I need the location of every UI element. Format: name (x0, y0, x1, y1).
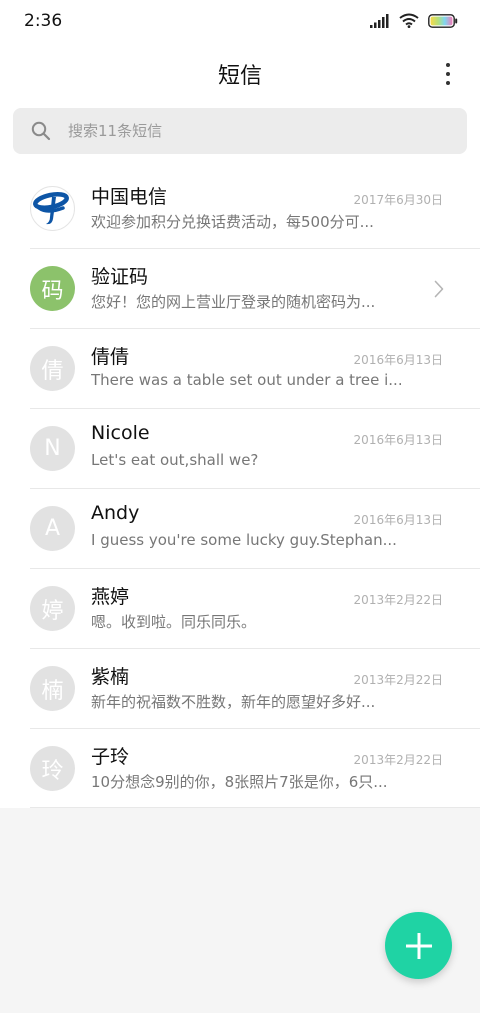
conversation-row[interactable]: N Nicole Let's eat out,shall we? 2016年6月… (0, 408, 480, 488)
message-date: 2016年6月13日 (353, 433, 443, 447)
message-date: 2016年6月13日 (353, 353, 443, 367)
avatar: 楠 (30, 666, 75, 711)
contact-name: 燕婷 (91, 586, 130, 608)
contact-name: 验证码 (91, 266, 149, 288)
message-date: 2016年6月13日 (353, 513, 443, 527)
contact-name: Nicole (91, 422, 150, 444)
contact-name: 紫楠 (91, 666, 130, 688)
battery-icon (428, 13, 458, 28)
conversation-row[interactable]: 婷 燕婷 嗯。收到啦。同乐同乐。 2013年2月22日 (0, 568, 480, 648)
more-dot (446, 81, 450, 85)
message-preview: 10分想念9别的你，8张照片7张是你，6只... (91, 773, 388, 791)
top-area: 2:36 短信 搜索11条短信 (0, 0, 480, 168)
more-dot (446, 63, 450, 67)
message-preview: 欢迎参加积分兑换话费活动，每500分可... (91, 213, 374, 231)
message-preview: There was a table set out under a tree i… (91, 371, 401, 389)
avatar: 玲 (30, 746, 75, 791)
conversation-row[interactable]: 玲 子玲 10分想念9别的你，8张照片7张是你，6只... 2013年2月22日 (0, 728, 480, 808)
signal-icon (370, 13, 389, 28)
china-telecom-logo-icon (32, 191, 69, 224)
plus-icon (405, 932, 432, 959)
search-icon (31, 121, 51, 141)
message-preview: I guess you're some lucky guy.Stephan... (91, 531, 397, 549)
message-preview: Let's eat out,shall we? (91, 451, 259, 469)
contact-name: 倩倩 (91, 346, 130, 368)
avatar: 婷 (30, 586, 75, 631)
message-date: 2013年2月22日 (353, 753, 443, 767)
contact-name: 子玲 (91, 746, 130, 768)
conversation-row[interactable]: 倩 倩倩 There was a table set out under a t… (0, 328, 480, 408)
more-options-button[interactable] (442, 60, 454, 88)
new-message-button[interactable] (385, 912, 452, 979)
message-date: 2013年2月22日 (353, 673, 443, 687)
search-bar[interactable] (13, 108, 467, 154)
conversation-row[interactable]: 码 验证码 您好！您的网上营业厅登录的随机密码为... (0, 248, 480, 328)
status-icons (370, 13, 458, 28)
message-preview: 嗯。收到啦。同乐同乐。 (91, 613, 257, 631)
message-preview: 新年的祝福数不胜数，新年的愿望好多好... (91, 693, 376, 711)
avatar: 倩 (30, 346, 75, 391)
chevron-right-icon (434, 280, 444, 298)
page-title: 短信 (217, 64, 262, 89)
china-telecom-logo (30, 186, 75, 231)
contact-name: 中国电信 (91, 186, 168, 208)
status-time: 2:36 (24, 11, 63, 31)
wifi-icon (399, 13, 419, 28)
search-input[interactable] (68, 108, 458, 154)
more-dot (446, 72, 450, 76)
conversation-row[interactable]: 楠 紫楠 新年的祝福数不胜数，新年的愿望好多好... 2013年2月22日 (0, 648, 480, 728)
avatar: N (30, 426, 75, 471)
avatar: A (30, 506, 75, 551)
status-bar: 2:36 (0, 0, 480, 44)
conversation-row[interactable]: 中国电信 欢迎参加积分兑换话费活动，每500分可... 2017年6月30日 (0, 168, 480, 248)
conversation-list: 中国电信 欢迎参加积分兑换话费活动，每500分可... 2017年6月30日 码… (0, 168, 480, 808)
message-preview: 您好！您的网上营业厅登录的随机密码为... (91, 293, 376, 311)
contact-name: Andy (91, 502, 140, 524)
avatar: 码 (30, 266, 75, 311)
message-date: 2013年2月22日 (353, 593, 443, 607)
conversation-row[interactable]: A Andy I guess you're some lucky guy.Ste… (0, 488, 480, 568)
message-date: 2017年6月30日 (353, 193, 443, 207)
